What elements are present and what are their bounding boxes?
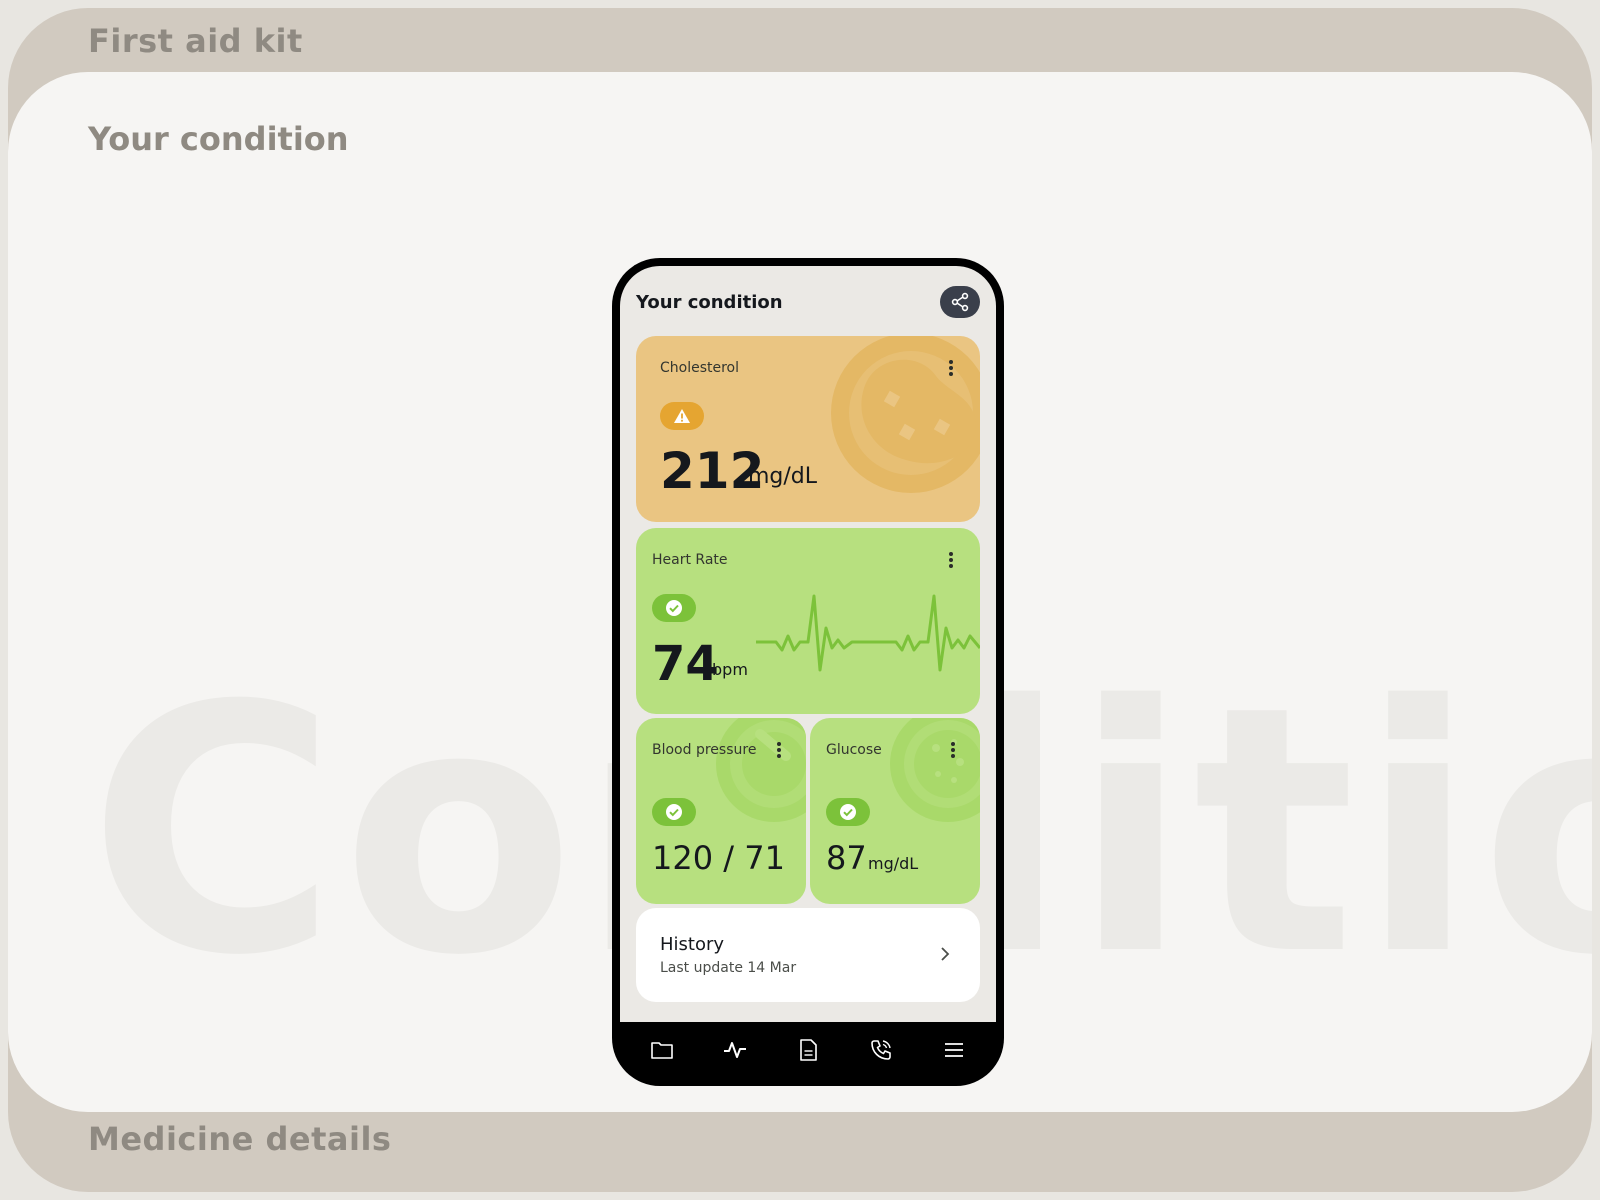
bean-decoration-icon: [831, 336, 980, 493]
document-icon: [800, 1039, 817, 1061]
check-circle-icon: [840, 804, 856, 820]
pulse-icon: [724, 1042, 747, 1058]
folder-icon: [651, 1042, 674, 1059]
nav-activity[interactable]: [715, 1030, 755, 1070]
blood-pressure-more-icon[interactable]: [776, 740, 782, 760]
share-button[interactable]: [940, 286, 980, 318]
ok-badge: [652, 798, 696, 826]
section-label-first-aid-kit[interactable]: First aid kit: [88, 22, 303, 60]
check-circle-icon: [666, 600, 682, 616]
section-label-medicine-details[interactable]: Medicine details: [88, 1120, 391, 1158]
glucose-value: 87: [826, 839, 867, 877]
cholesterol-card[interactable]: Cholesterol 212 mg/dL: [636, 336, 980, 522]
phone-icon: [870, 1040, 891, 1060]
bottom-nav: [620, 1022, 996, 1078]
screen-header: Your condition: [636, 286, 980, 318]
screen-title: Your condition: [636, 292, 783, 313]
nav-folder[interactable]: [642, 1030, 682, 1070]
history-title: History: [660, 934, 725, 955]
share-icon: [951, 292, 969, 312]
chevron-right-icon: [941, 947, 950, 961]
blood-pressure-card[interactable]: Blood pressure 120 / 71: [636, 718, 806, 904]
blood-pressure-label: Blood pressure: [652, 742, 757, 758]
history-card[interactable]: History Last update 14 Mar: [636, 908, 980, 1002]
ok-badge: [652, 594, 696, 622]
heart-rate-unit: bpm: [712, 660, 748, 679]
nav-menu[interactable]: [934, 1030, 974, 1070]
heart-rate-value: 74: [652, 636, 719, 692]
condition-panel: Your condition Condition Your condition: [8, 72, 1592, 1112]
gauge-decoration-icon: [716, 718, 806, 822]
history-last-update: Last update 14 Mar: [660, 960, 797, 976]
heart-rate-card[interactable]: Heart Rate 74 bpm: [636, 528, 980, 714]
heart-rate-label: Heart Rate: [652, 552, 728, 568]
warning-icon: [674, 409, 690, 423]
phone-screen: Your condition Cholesterol 212 mg/dL Hea…: [620, 266, 996, 1022]
ok-badge: [826, 798, 870, 826]
cholesterol-unit: mg/dL: [748, 464, 818, 489]
cholesterol-label: Cholesterol: [660, 360, 740, 376]
heart-rate-more-icon[interactable]: [948, 550, 954, 570]
menu-icon: [944, 1043, 963, 1057]
glucose-card[interactable]: Glucose 87 mg/dL: [810, 718, 980, 904]
check-circle-icon: [666, 804, 682, 820]
glucose-more-icon[interactable]: [950, 740, 956, 760]
glucose-unit: mg/dL: [868, 854, 919, 873]
phone-frame: Your condition Cholesterol 212 mg/dL Hea…: [612, 258, 1004, 1086]
app-canvas: First aid kit Your condition Condition Y…: [8, 8, 1592, 1192]
petri-dish-decoration-icon: [890, 718, 980, 822]
panel-title: Your condition: [88, 120, 349, 158]
ecg-waveform-icon: [756, 594, 980, 672]
blood-pressure-value: 120 / 71: [652, 839, 785, 877]
nav-documents[interactable]: [788, 1030, 828, 1070]
warning-badge: [660, 402, 704, 430]
glucose-label: Glucose: [826, 742, 882, 758]
cholesterol-more-icon[interactable]: [948, 358, 954, 378]
nav-call[interactable]: [861, 1030, 901, 1070]
